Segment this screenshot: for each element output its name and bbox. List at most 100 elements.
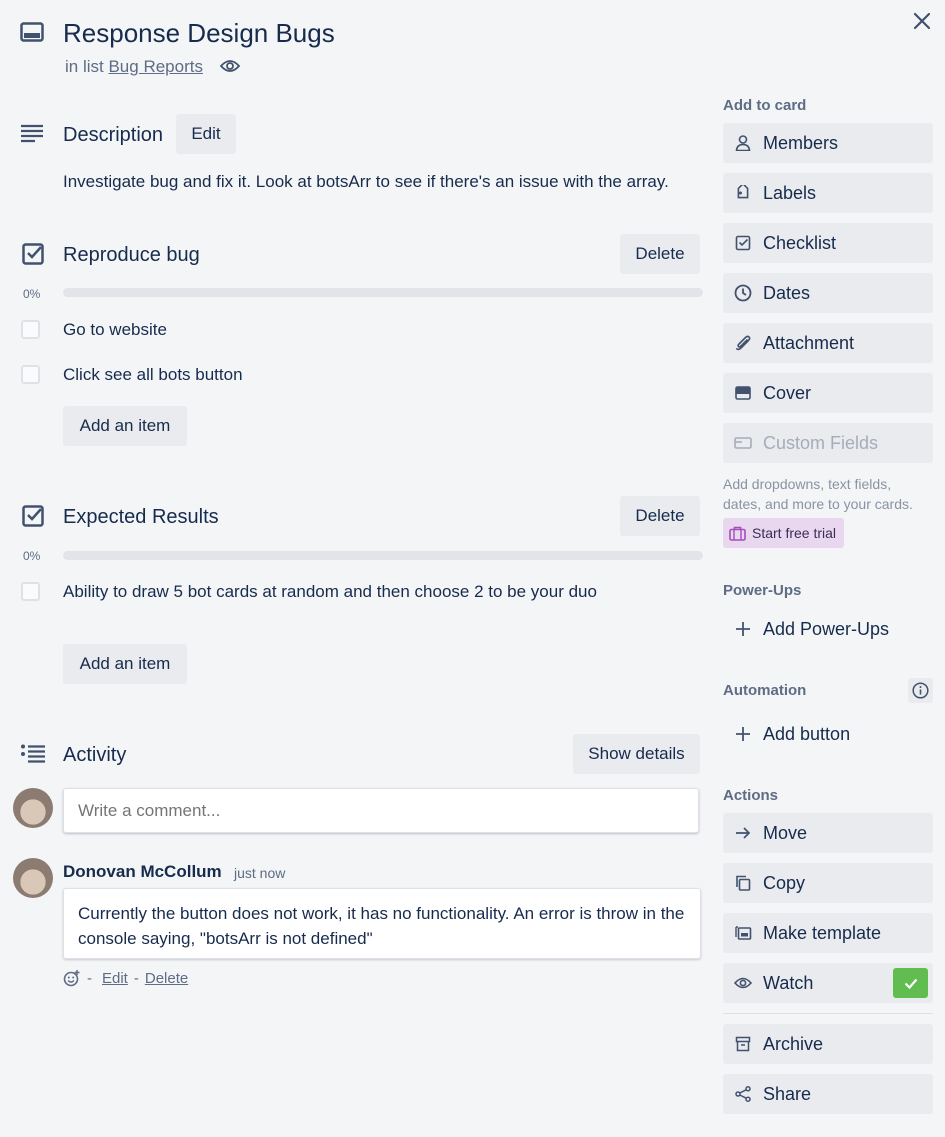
dates-label: Dates — [763, 282, 811, 303]
start-free-trial-button[interactable]: Start free trial — [723, 518, 845, 548]
watch-eye-icon[interactable] — [219, 58, 241, 79]
checklist-item-checkbox[interactable] — [21, 365, 40, 384]
powerups-heading: Power-Ups — [723, 582, 802, 599]
comment-actions: - Edit - Delete — [63, 969, 188, 987]
add-button-label: Add button — [763, 723, 851, 744]
checklist-item-text[interactable]: Click see all bots button — [63, 365, 243, 385]
divider — [723, 1013, 933, 1014]
activity-title: Activity — [63, 744, 127, 766]
separator: - — [133, 969, 139, 987]
arrow-right-icon — [723, 826, 763, 840]
dates-button[interactable]: Dates — [723, 273, 933, 313]
checklist-label: Checklist — [763, 232, 837, 253]
watch-label: Watch — [763, 972, 814, 993]
plus-icon — [723, 622, 763, 636]
list-prefix: in list — [65, 57, 104, 76]
list-link[interactable]: Bug Reports — [108, 57, 203, 76]
delete-comment-link[interactable]: Delete — [145, 970, 188, 987]
avatar[interactable] — [13, 858, 53, 898]
archive-icon — [723, 1036, 763, 1052]
cover-label: Cover — [763, 382, 812, 403]
delete-checklist-button[interactable]: Delete — [620, 496, 700, 536]
separator: - — [87, 969, 92, 987]
comment-author[interactable]: Donovan McCollum — [63, 862, 222, 882]
make-template-label: Make template — [763, 922, 882, 943]
template-icon — [723, 925, 763, 941]
labels-button[interactable]: Labels — [723, 173, 933, 213]
labels-label: Labels — [763, 182, 817, 203]
cover-icon — [723, 386, 763, 400]
share-label: Share — [763, 1083, 812, 1104]
checklist-icon — [22, 243, 44, 270]
checklist-icon — [22, 505, 44, 532]
actions-heading: Actions — [723, 787, 779, 804]
copy-icon — [723, 875, 763, 891]
cover-button[interactable]: Cover — [723, 373, 933, 413]
edit-description-button[interactable]: Edit — [176, 114, 236, 154]
automation-info-icon[interactable] — [908, 678, 933, 703]
eye-icon — [723, 976, 763, 990]
card-icon — [20, 22, 44, 47]
copy-label: Copy — [763, 872, 806, 893]
move-button[interactable]: Move — [723, 813, 933, 853]
copy-button[interactable]: Copy — [723, 863, 933, 903]
description-title: Description — [63, 124, 164, 146]
attachment-button[interactable]: Attachment — [723, 323, 933, 363]
checklist-button[interactable]: Checklist — [723, 223, 933, 263]
archive-button[interactable]: Archive — [723, 1024, 933, 1064]
card-title[interactable]: Response Design Bugs — [63, 18, 335, 49]
add-powerups-button[interactable]: Add Power-Ups — [723, 609, 933, 649]
make-template-button[interactable]: Make template — [723, 913, 933, 953]
checklist-item-checkbox[interactable] — [21, 320, 40, 339]
attachment-label: Attachment — [763, 332, 855, 353]
activity-icon — [20, 744, 46, 769]
comment-text: Currently the button does not work, it h… — [78, 904, 685, 948]
checklist-progress-bar — [63, 288, 703, 297]
members-button[interactable]: Members — [723, 123, 933, 163]
members-label: Members — [763, 132, 839, 153]
add-item-button[interactable]: Add an item — [63, 644, 187, 684]
watching-check-icon — [893, 968, 928, 998]
edit-comment-link[interactable]: Edit — [102, 970, 128, 987]
custom-fields-icon — [723, 437, 763, 449]
description-text[interactable]: Investigate bug and fix it. Look at bots… — [63, 172, 669, 192]
person-icon — [723, 135, 763, 151]
clock-icon — [723, 284, 763, 302]
share-button[interactable]: Share — [723, 1074, 933, 1114]
custom-fields-hint: Add dropdowns, text fields, dates, and m… — [723, 476, 913, 512]
plus-icon — [723, 727, 763, 741]
share-icon — [723, 1086, 763, 1102]
move-label: Move — [763, 822, 808, 843]
add-powerups-label: Add Power-Ups — [763, 618, 890, 639]
checklist-item-text[interactable]: Ability to draw 5 bot cards at random an… — [63, 579, 603, 604]
custom-fields-label: Custom Fields — [763, 432, 879, 453]
checklist-item-checkbox[interactable] — [21, 582, 40, 601]
add-reaction-icon[interactable] — [63, 969, 81, 987]
archive-label: Archive — [763, 1033, 824, 1054]
custom-fields-button[interactable]: Custom Fields — [723, 423, 933, 463]
show-details-button[interactable]: Show details — [573, 734, 700, 774]
comment-input[interactable] — [63, 788, 699, 833]
briefcase-icon — [729, 526, 746, 541]
checklist-title[interactable]: Reproduce bug — [63, 244, 200, 267]
automation-heading: Automation — [723, 682, 807, 699]
add-to-card-heading: Add to card — [723, 97, 807, 114]
checklist-item-text[interactable]: Go to website — [63, 320, 167, 340]
list-info: in list Bug Reports — [65, 57, 203, 77]
start-free-trial-label: Start free trial — [752, 525, 837, 541]
close-icon[interactable] — [912, 11, 932, 36]
checkbox-icon — [723, 235, 763, 251]
add-item-button[interactable]: Add an item — [63, 406, 187, 446]
description-icon — [20, 124, 44, 149]
tag-icon — [723, 185, 763, 201]
paperclip-icon — [723, 334, 763, 352]
checklist-title[interactable]: Expected Results — [63, 506, 219, 529]
avatar[interactable] — [13, 788, 53, 828]
comment-body[interactable]: Currently the button does not work, it h… — [63, 888, 701, 959]
delete-checklist-button[interactable]: Delete — [620, 234, 700, 274]
add-button-button[interactable]: Add button — [723, 714, 933, 754]
checklist-progress-label: 0% — [23, 549, 41, 563]
checklist-progress-bar — [63, 551, 703, 560]
comment-time[interactable]: just now — [234, 865, 285, 881]
watch-button[interactable]: Watch — [723, 963, 933, 1003]
